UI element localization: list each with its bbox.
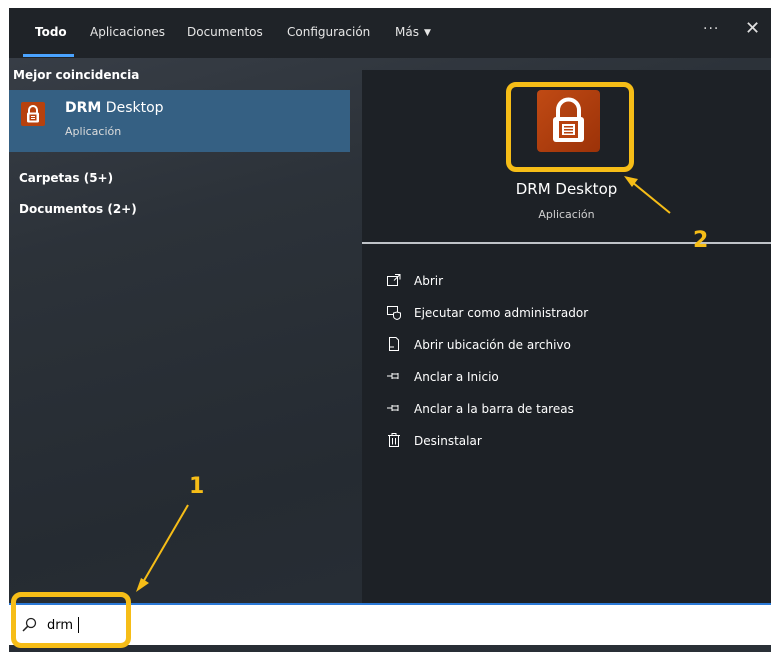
run-as-admin-icon xyxy=(387,306,401,320)
more-options-icon[interactable]: ··· xyxy=(703,21,719,37)
tab-more[interactable]: Más ▼ xyxy=(395,25,431,39)
search-window: Todo Aplicaciones Documentos Configuraci… xyxy=(9,8,771,652)
app-type: Aplicación xyxy=(538,208,595,221)
action-label: Abrir ubicación de archivo xyxy=(414,338,571,352)
action-label: Anclar a la barra de tareas xyxy=(414,402,574,416)
action-uninstall[interactable]: Desinstalar xyxy=(386,432,746,452)
trash-icon xyxy=(388,433,400,447)
open-icon xyxy=(387,274,401,286)
best-match-subtitle: Aplicación xyxy=(65,125,122,138)
annotation-number-1: 1 xyxy=(189,474,205,499)
divider xyxy=(362,242,771,244)
category-documents[interactable]: Documentos (2+) xyxy=(19,202,137,216)
action-label: Desinstalar xyxy=(414,434,482,448)
pin-icon xyxy=(387,373,399,379)
action-open[interactable]: Abrir xyxy=(386,272,746,292)
tab-settings[interactable]: Configuración xyxy=(287,25,370,39)
action-label: Ejecutar como administrador xyxy=(414,306,589,320)
action-pin-to-start[interactable]: Anclar a Inicio xyxy=(386,368,746,388)
tab-apps[interactable]: Aplicaciones xyxy=(90,25,165,39)
highlight-box-1 xyxy=(11,592,131,648)
best-match-header: Mejor coincidencia xyxy=(13,68,140,82)
close-icon[interactable]: ✕ xyxy=(745,18,760,39)
annotation-number-2: 2 xyxy=(693,228,709,253)
action-open-file-location[interactable]: Abrir ubicación de archivo xyxy=(386,336,746,356)
file-location-icon xyxy=(389,337,399,351)
search-tabs-bar: Todo Aplicaciones Documentos Configuraci… xyxy=(9,8,771,58)
action-pin-to-taskbar[interactable]: Anclar a la barra de tareas xyxy=(386,400,746,420)
best-match-title: DRM Desktop xyxy=(65,100,164,116)
caret-down-icon: ▼ xyxy=(423,28,431,38)
active-tab-indicator xyxy=(23,54,74,57)
best-match-result[interactable]: DRM Desktop Aplicación xyxy=(9,90,350,152)
category-folders[interactable]: Carpetas (5+) xyxy=(19,171,113,185)
action-label: Abrir xyxy=(414,274,444,288)
results-pane: Mejor coincidencia DRM Desktop Aplicació… xyxy=(9,58,350,604)
tab-documents[interactable]: Documentos xyxy=(187,25,263,39)
tab-more-label: Más xyxy=(395,25,419,39)
action-label: Anclar a Inicio xyxy=(414,370,499,384)
tab-all[interactable]: Todo xyxy=(35,25,67,39)
action-run-as-admin[interactable]: Ejecutar como administrador xyxy=(386,304,746,324)
lock-app-icon xyxy=(21,102,45,126)
highlight-box-2 xyxy=(506,82,634,172)
app-name: DRM Desktop xyxy=(515,180,618,198)
pin-icon xyxy=(387,405,399,411)
